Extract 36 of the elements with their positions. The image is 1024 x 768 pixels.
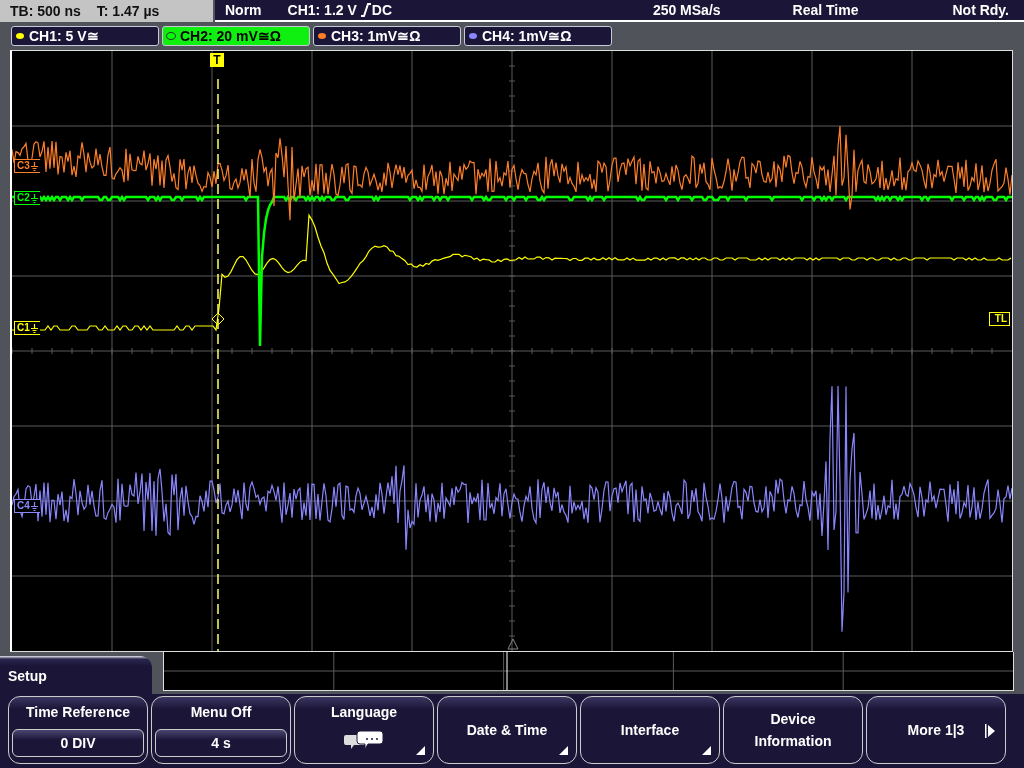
timebase-label: TB: 500 ns — [10, 3, 81, 19]
softkey[interactable]: Device Information — [723, 696, 863, 764]
channel-marker[interactable]: C1 — [14, 321, 40, 335]
sample-rate-label: 250 MSa/s — [652, 2, 721, 18]
channel-tab[interactable]: CH2: 20 mV≅Ω — [162, 26, 310, 46]
trigger-coupling-label: DC — [371, 2, 393, 18]
acquisition-state-label: Not Rdy. — [952, 2, 1009, 18]
softkey[interactable]: Time Reference 0 DIV — [8, 696, 148, 764]
channel-marker[interactable]: C3 — [14, 159, 40, 173]
trigger-mode-label: Norm — [225, 2, 262, 18]
channel-tab[interactable]: CH4: 1mV≅Ω — [464, 26, 612, 46]
trigger-level-marker[interactable]: TL — [988, 312, 1010, 326]
softkey[interactable]: More 1|3 — [866, 696, 1006, 764]
ground-icon — [30, 501, 38, 511]
softkey[interactable]: Date & Time — [437, 696, 577, 764]
center-marker-icon — [507, 638, 519, 650]
ground-icon — [30, 161, 38, 171]
trigger-threshold-label: CH1: 1.2 V — [287, 2, 357, 18]
rising-edge-icon — [360, 3, 371, 17]
value-display: 4 s — [155, 729, 287, 757]
channel-marker[interactable]: C2 — [14, 191, 40, 205]
ground-icon — [30, 323, 38, 333]
value-display: 0 DIV — [12, 729, 144, 757]
channel-tab[interactable]: CH3: 1mV≅Ω — [313, 26, 461, 46]
trigger-point-icon — [211, 312, 225, 326]
softkey[interactable]: Menu Off 4 s — [151, 696, 291, 764]
softkey[interactable]: Language — [294, 696, 434, 764]
next-page-icon — [985, 724, 995, 738]
acquisition-mode-label: Real Time — [792, 2, 859, 18]
trigger-marker[interactable]: T — [210, 53, 224, 67]
speech-bubbles-icon — [344, 729, 384, 751]
ground-icon — [30, 193, 38, 203]
channel-tab[interactable]: CH1: 5 V≅ — [11, 26, 159, 46]
softkey[interactable]: Interface — [580, 696, 720, 764]
trigger-time-label: T: 1.47 µs — [96, 3, 160, 19]
channel-marker[interactable]: C4 — [14, 499, 40, 513]
